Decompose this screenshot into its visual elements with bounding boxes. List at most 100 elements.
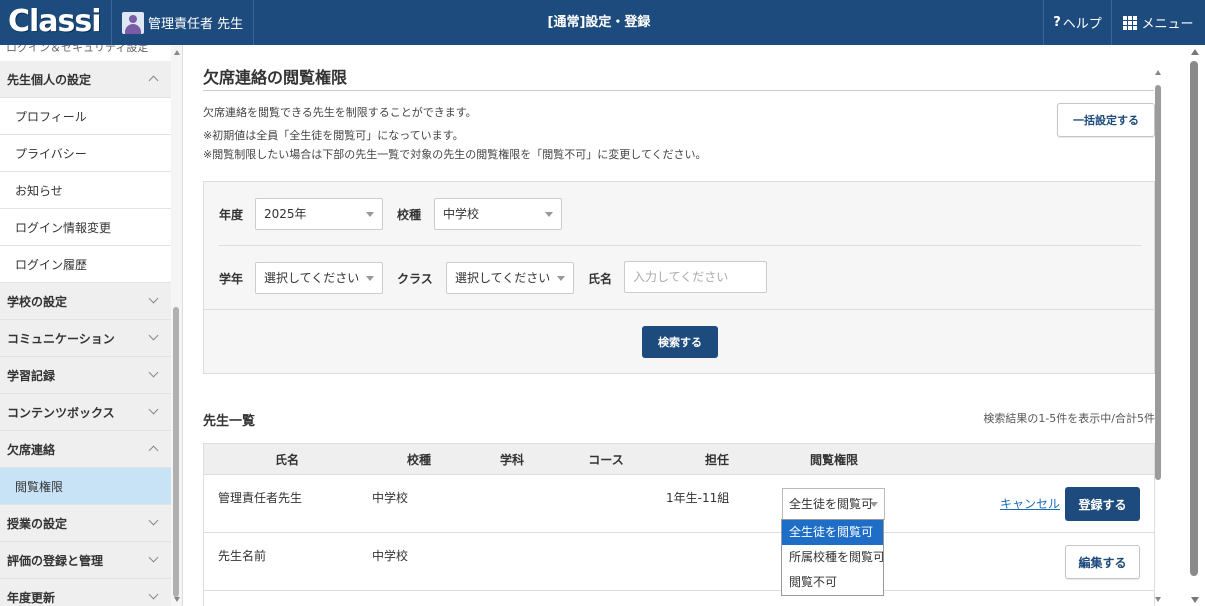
- chevron-down-icon: [148, 330, 159, 341]
- column-header-school-type: 校種: [406, 453, 431, 467]
- scroll-down-icon[interactable]: [174, 597, 180, 602]
- sidebar-scrollbar[interactable]: [171, 45, 182, 606]
- cell-name: 管理責任者先生: [218, 491, 303, 505]
- dropdown-option-school-type[interactable]: 所属校種を閲覧可: [782, 545, 883, 570]
- search-button[interactable]: 検索する: [642, 326, 718, 358]
- table-header: 氏名 校種 学科 コース 担任 閲覧権限: [203, 443, 1155, 475]
- column-header-course: コース: [588, 453, 624, 467]
- result-count: 検索結果の1-5件を表示中/合計5件: [983, 412, 1155, 425]
- table-row: [203, 591, 1155, 606]
- sidebar-category-class-settings[interactable]: 授業の設定: [0, 505, 171, 542]
- permission-select[interactable]: 全生徒を閲覧可: [782, 488, 885, 520]
- scroll-up-icon[interactable]: [1191, 49, 1199, 55]
- classi-logo[interactable]: Classi: [8, 4, 102, 40]
- menu-label: メニュー: [1141, 17, 1194, 32]
- scroll-up-icon[interactable]: [174, 50, 180, 55]
- sidebar-item-label: 学習記録: [7, 368, 56, 383]
- help-label: ヘルプ: [1062, 17, 1102, 32]
- chevron-down-icon: [148, 404, 159, 415]
- sidebar-item-label: コミュニケーション: [7, 331, 115, 346]
- chevron-down-icon: [148, 293, 159, 304]
- sidebar-scroll-thumb[interactable]: [173, 307, 179, 597]
- sidebar-category-absence-contact[interactable]: 欠席連絡: [0, 431, 171, 468]
- sidebar-category-year-update[interactable]: 年度更新: [0, 579, 171, 606]
- sidebar-category-personal-settings[interactable]: 先生個人の設定: [0, 61, 171, 98]
- year-select[interactable]: 2025年: [255, 198, 383, 230]
- sidebar-category-evaluation[interactable]: 評価の登録と管理: [0, 542, 171, 579]
- sidebar-category-learning-records[interactable]: 学習記録: [0, 357, 171, 394]
- sidebar-item-cutoff[interactable]: ログイン＆セキュリティ設定: [6, 45, 148, 55]
- class-select[interactable]: 選択してください: [446, 262, 574, 294]
- chevron-up-icon: [148, 445, 159, 456]
- chevron-down-icon: [148, 515, 159, 526]
- table-row: 管理責任者先生 中学校 1年生-11組 全生徒を閲覧可 キャンセル 登録する: [203, 475, 1155, 533]
- search-divider-2: [204, 309, 1154, 310]
- bulk-setting-button[interactable]: 一括設定する: [1057, 103, 1155, 137]
- sidebar-item-label: 評価の登録と管理: [7, 553, 104, 568]
- scroll-up-icon[interactable]: [1155, 70, 1161, 75]
- edit-button[interactable]: 編集する: [1065, 545, 1140, 579]
- description-line-2: ※初期値は全員「全生徒を閲覧可」になっています。: [203, 129, 464, 142]
- sidebar-item-label: 欠席連絡: [7, 442, 56, 457]
- user-profile[interactable]: 管理責任者 先生: [112, 0, 254, 45]
- grade-select-value: 選択してください: [264, 271, 360, 285]
- column-header-homeroom: 担任: [704, 453, 729, 467]
- chevron-up-icon: [148, 75, 159, 86]
- sidebar-item-notices[interactable]: お知らせ: [0, 172, 171, 209]
- sidebar-item-view-permission[interactable]: 閲覧権限: [0, 468, 171, 505]
- user-name: 管理責任者 先生: [148, 17, 244, 32]
- year-select-value: 2025年: [264, 207, 307, 221]
- avatar-icon: [122, 11, 144, 34]
- grade-select[interactable]: 選択してください: [255, 262, 383, 294]
- register-button[interactable]: 登録する: [1065, 487, 1140, 521]
- school-type-label: 校種: [397, 208, 422, 222]
- cell-name: 先生名前: [218, 549, 267, 563]
- permission-dropdown-list: 全生徒を閲覧可 所属校種を閲覧可 閲覧不可: [781, 519, 884, 596]
- page-title: 欠席連絡の閲覧権限: [203, 68, 348, 87]
- dropdown-option-not-allowed[interactable]: 閲覧不可: [782, 570, 883, 595]
- name-input[interactable]: 入力してください: [624, 261, 767, 293]
- name-label: 氏名: [588, 272, 613, 286]
- sidebar-item-login-info[interactable]: ログイン情報変更: [0, 209, 171, 246]
- chevron-down-icon: [148, 367, 159, 378]
- window-scroll-thumb[interactable]: [1190, 61, 1198, 576]
- scroll-down-icon[interactable]: [1155, 597, 1161, 602]
- cancel-link[interactable]: キャンセル: [1000, 495, 1060, 512]
- sidebar-item-privacy[interactable]: プライバシー: [0, 135, 171, 172]
- sidebar-category-communication[interactable]: コミュニケーション: [0, 320, 171, 357]
- cell-homeroom: 1年生-11組: [666, 491, 730, 505]
- column-header-permission: 閲覧権限: [809, 453, 858, 467]
- chevron-down-icon: [148, 589, 159, 600]
- sidebar-item-login-history[interactable]: ログイン履歴: [0, 246, 171, 283]
- column-header-department: 学科: [499, 453, 524, 467]
- column-header-name: 氏名: [274, 453, 299, 467]
- sidebar-category-content-box[interactable]: コンテンツボックス: [0, 394, 171, 431]
- table-row: 先生名前 中学校 編集する: [203, 533, 1155, 591]
- teacher-list-title: 先生一覧: [203, 414, 256, 429]
- school-type-select[interactable]: 中学校: [434, 198, 562, 230]
- cell-school-type: 中学校: [372, 549, 409, 563]
- sidebar-item-label: 学校の設定: [7, 294, 68, 309]
- sidebar-item-label: お知らせ: [15, 183, 63, 198]
- sidebar-item-profile[interactable]: プロフィール: [0, 98, 171, 135]
- help-button[interactable]: ? ヘルプ: [1043, 0, 1111, 45]
- sidebar-category-school-settings[interactable]: 学校の設定: [0, 283, 171, 320]
- sidebar-item-label: ログイン履歴: [15, 257, 88, 272]
- window-scrollbar[interactable]: [1185, 45, 1205, 606]
- sidebar-item-label: 先生個人の設定: [7, 72, 92, 87]
- chevron-down-icon: [148, 552, 159, 563]
- main-scrollbar[interactable]: [1152, 65, 1164, 606]
- cell-school-type: 中学校: [372, 491, 409, 505]
- main-scroll-thumb[interactable]: [1155, 85, 1161, 480]
- scroll-down-icon[interactable]: [1191, 597, 1199, 603]
- menu-button[interactable]: メニュー: [1111, 0, 1205, 45]
- logo-area[interactable]: Classi: [0, 0, 112, 45]
- sidebar-item-label: プライバシー: [15, 146, 87, 161]
- dropdown-option-all-students[interactable]: 全生徒を閲覧可: [782, 520, 883, 545]
- logo-text: Classi: [8, 4, 102, 39]
- main-content: 欠席連絡の閲覧権限 欠席連絡を閲覧できる先生を制限することができます。 ※初期値…: [183, 45, 1183, 606]
- school-type-select-value: 中学校: [443, 207, 480, 221]
- search-panel: 年度 2025年 校種 中学校 学年 選択してください クラス 選択してください…: [203, 181, 1155, 374]
- header-page-title: [通常]設定・登録: [547, 15, 651, 30]
- description-line-1: 欠席連絡を閲覧できる先生を制限することができます。: [203, 106, 477, 119]
